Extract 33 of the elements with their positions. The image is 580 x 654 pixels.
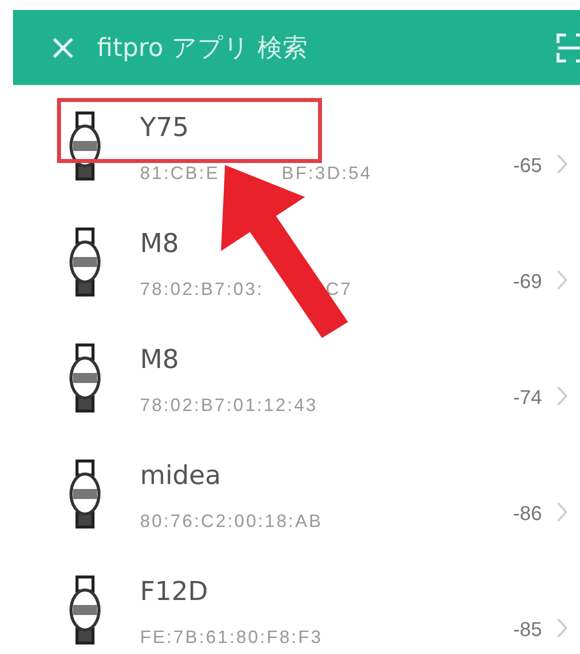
mac-address: 78:02:B7:01:12:43 <box>140 395 318 416</box>
chevron-icon <box>556 617 568 639</box>
chevron-icon <box>556 501 568 523</box>
device-name: F12D <box>140 577 210 607</box>
device-name: M8 <box>140 229 180 259</box>
chevron-icon <box>556 153 568 175</box>
device-name: midea <box>140 461 222 491</box>
device-row[interactable]: F12D FE:7B:61:80:F8:F3 -85 <box>13 555 580 654</box>
device-name: M8 <box>140 345 180 375</box>
device-name: Y75 <box>140 113 190 143</box>
mac-address: BF:3D:54 <box>282 163 372 184</box>
close-icon[interactable] <box>51 36 75 60</box>
mac-address: FE:7B:61:80:F8:F3 <box>140 627 323 648</box>
header-title: fitpro アプリ 検索 <box>97 32 308 64</box>
signal-strength: -69 <box>513 271 542 294</box>
mac-address: 81:CB:E <box>140 163 220 184</box>
chevron-icon <box>556 269 568 291</box>
signal-strength: -86 <box>513 503 542 526</box>
scan-icon[interactable] <box>556 32 580 62</box>
watch-icon <box>68 111 102 181</box>
watch-icon <box>68 343 102 413</box>
watch-icon <box>68 227 102 297</box>
signal-strength: -65 <box>513 155 542 178</box>
device-row[interactable]: midea 80:76:C2:00:18:AB -86 <box>13 439 580 555</box>
mac-address: 80:76:C2:00:18:AB <box>140 511 323 532</box>
watch-icon <box>68 575 102 645</box>
device-row[interactable]: M8 78:02:B7:01:12:43 -74 <box>13 323 580 439</box>
chevron-icon <box>556 385 568 407</box>
watch-icon <box>68 459 102 529</box>
mac-address: C7 <box>326 279 352 300</box>
signal-strength: -74 <box>513 387 542 410</box>
signal-strength: -85 <box>513 619 542 642</box>
mac-address: 78:02:B7:03: <box>140 279 264 300</box>
